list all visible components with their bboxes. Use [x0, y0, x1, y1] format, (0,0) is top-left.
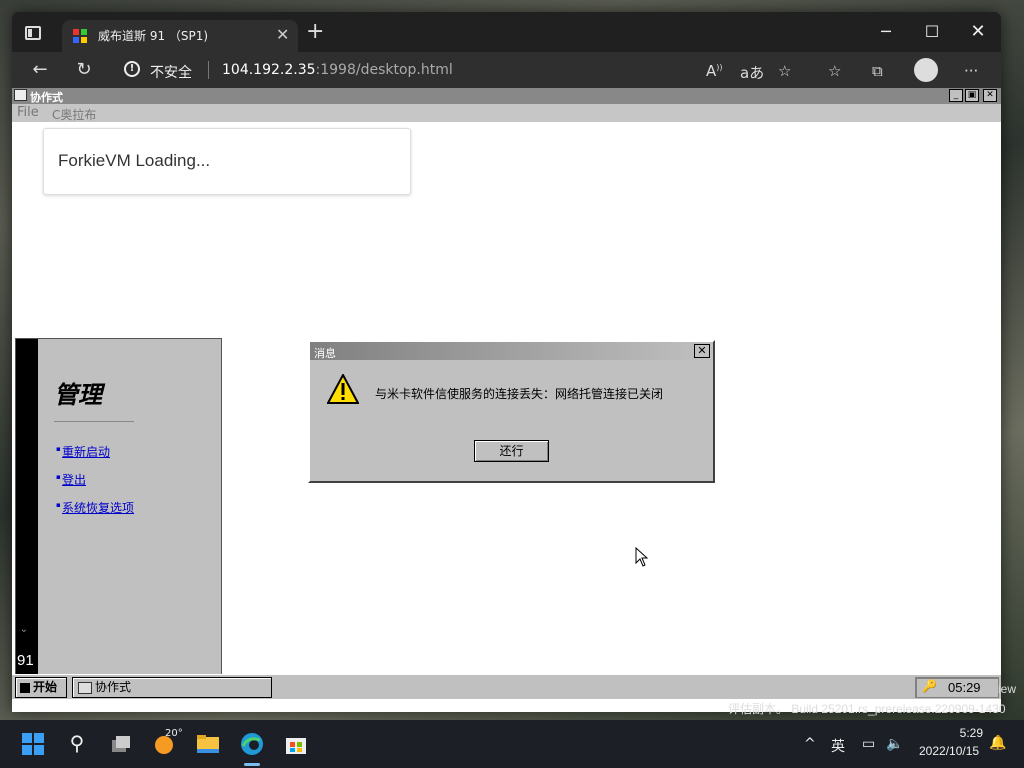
recovery-options-link[interactable]: 系统恢复选项: [56, 499, 134, 516]
active-indicator: [244, 763, 260, 766]
message-dialog: 消息 ✕ 与米卡软件信使服务的连接丢失：网络托管连接已关闭 还行: [308, 340, 715, 483]
warning-icon[interactable]: !: [124, 61, 140, 77]
dialog-title: 消息: [314, 347, 336, 360]
favicon-icon: [73, 29, 87, 43]
add-favorite-icon[interactable]: ☆: [778, 62, 791, 80]
refresh-icon[interactable]: ↻: [70, 58, 98, 82]
app-clock: 05:29: [948, 680, 981, 695]
start-button[interactable]: 开始: [15, 677, 67, 698]
logout-link[interactable]: 登出: [56, 471, 86, 488]
app-minimize-button[interactable]: _: [949, 89, 963, 102]
store-icon[interactable]: [284, 732, 308, 756]
url-host: 104.192.2.35: [222, 62, 316, 78]
tab-title: 威布道斯 91 （SP1): [98, 29, 209, 43]
url-text[interactable]: 104.192.2.35:1998/desktop.html: [222, 62, 453, 78]
read-aloud-icon[interactable]: A)): [706, 62, 723, 80]
management-title: 管理: [54, 381, 102, 409]
warning-icon: [327, 374, 359, 404]
close-window-button[interactable]: ✕: [955, 18, 1001, 46]
side-glyph: ᵕ: [22, 627, 27, 638]
divider: [54, 421, 134, 422]
computer-icon: [14, 89, 27, 101]
taskbar-time[interactable]: 5:29: [945, 726, 983, 740]
notification-icon[interactable]: 🔔: [989, 735, 1006, 751]
watermark-text: iew: [998, 682, 1017, 696]
minimize-button[interactable]: ─: [863, 18, 909, 46]
menu-collab[interactable]: C奥拉布: [52, 106, 96, 123]
chevron-up-icon[interactable]: ^: [804, 736, 816, 752]
loading-card: ForkieVM Loading...: [43, 128, 411, 195]
page-content: 协作式 _ ▣ ✕ File C奥拉布 ForkieVM Loading... …: [12, 88, 1001, 712]
ok-button[interactable]: 还行: [474, 440, 549, 462]
taskbar-item-app[interactable]: 协作式: [72, 677, 272, 698]
back-icon[interactable]: ←: [26, 58, 54, 82]
tab-bar: 威布道斯 91 （SP1) ✕ + ─ ☐ ✕: [12, 12, 1001, 52]
tab-active[interactable]: 威布道斯 91 （SP1) ✕: [62, 20, 298, 52]
ime-indicator[interactable]: 英: [831, 736, 845, 756]
management-side-bar: ᵕ 91: [16, 339, 38, 675]
restart-link[interactable]: 重新启动: [56, 443, 110, 460]
app-taskbar: 开始 协作式 🔑 05:29: [12, 674, 1001, 699]
insecure-label[interactable]: 不安全: [150, 62, 192, 82]
app-menubar: File C奥拉布: [12, 104, 1001, 122]
file-explorer-icon[interactable]: [196, 732, 220, 756]
app-title: 协作式: [30, 91, 63, 104]
side-number: 91: [17, 652, 34, 669]
collections-icon[interactable]: ⧉: [872, 62, 883, 80]
management-panel: ᵕ 91 管理 重新启动 登出 系统恢复选项: [15, 338, 222, 676]
profile-icon[interactable]: [914, 58, 938, 82]
tab-close-icon[interactable]: ✕: [276, 25, 289, 44]
app-close-button[interactable]: ✕: [983, 89, 997, 102]
loading-text: ForkieVM Loading...: [58, 151, 211, 170]
browser-window: 威布道斯 91 （SP1) ✕ + ─ ☐ ✕ ← ↻ ! 不安全 104.19…: [12, 12, 1001, 712]
app-restore-button[interactable]: ▣: [965, 89, 979, 102]
weather-temp: 20°: [165, 728, 183, 739]
mouse-cursor-icon: [635, 547, 649, 567]
volume-icon[interactable]: 🔈: [886, 736, 903, 752]
tab-actions-icon[interactable]: [25, 26, 41, 40]
key-icon: 🔑: [922, 679, 937, 693]
app-tray: 🔑 05:29: [915, 677, 999, 698]
search-icon[interactable]: ⚲: [65, 732, 89, 756]
browser-toolbar: ← ↻ ! 不安全 104.192.2.35:1998/desktop.html…: [12, 52, 1001, 88]
task-view-icon[interactable]: [109, 732, 133, 756]
taskbar-date[interactable]: 2022/10/15: [919, 744, 979, 758]
translate-icon[interactable]: aあ: [740, 62, 764, 83]
more-icon[interactable]: ···: [964, 62, 978, 80]
dialog-message: 与米卡软件信使服务的连接丢失：网络托管连接已关闭: [375, 387, 664, 401]
address-separator: [208, 61, 209, 79]
favorites-icon[interactable]: ☆: [828, 62, 841, 80]
dialog-titlebar: 消息 ✕: [310, 342, 713, 360]
edge-icon[interactable]: [240, 732, 264, 756]
dialog-close-icon[interactable]: ✕: [694, 344, 710, 358]
new-tab-button[interactable]: +: [306, 21, 324, 43]
app-titlebar: 协作式 _ ▣ ✕: [12, 88, 1001, 104]
network-icon[interactable]: ▭: [862, 736, 875, 752]
watermark-build: 评估副本。 Build 25201.rs_prerelease.220909-1…: [728, 702, 1006, 716]
windows-taskbar: ⚲ 20° ^ 英 ▭ 🔈 5:29 2022/10/15 🔔: [0, 720, 1024, 768]
url-path: :1998/desktop.html: [315, 62, 453, 78]
menu-file[interactable]: File: [17, 105, 39, 120]
maximize-button[interactable]: ☐: [909, 18, 955, 46]
windows-start-icon[interactable]: [21, 732, 45, 756]
